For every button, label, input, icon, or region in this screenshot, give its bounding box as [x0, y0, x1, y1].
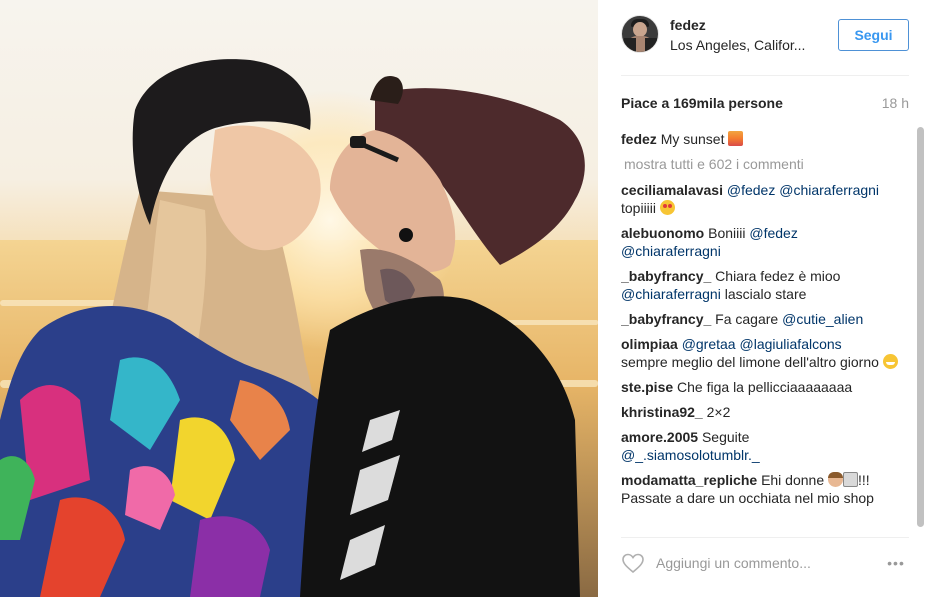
comment-author-link[interactable]: olimpiaa	[621, 336, 678, 352]
list-item: modamatta_repliche Ehi donne !!! Passate…	[621, 471, 909, 507]
avatar-head-shape	[633, 22, 647, 37]
camera-emoji-icon	[843, 472, 859, 487]
likes-value: 169mila persone	[673, 95, 783, 111]
comment-text: Seguite	[701, 429, 750, 445]
likes-count[interactable]: Piace a 169mila persone	[621, 95, 783, 111]
grinning-emoji-icon	[882, 354, 898, 369]
add-comment-input[interactable]	[656, 549, 866, 577]
comment-author-link[interactable]: _babyfrancy_	[621, 268, 711, 284]
more-options-icon[interactable]: •••	[882, 554, 910, 572]
scrollbar-thumb[interactable]	[917, 127, 924, 527]
mention-link[interactable]: @cutie_alien	[782, 311, 863, 327]
comment-text: sempre meglio del limone dell'altro gior…	[621, 354, 879, 370]
list-item: alebuonomo Boniiii @fedez @chiaraferragn…	[621, 224, 909, 260]
comment-text: topiiiii	[621, 200, 657, 216]
comment-author-link[interactable]: ste.pise	[621, 379, 673, 395]
woman-emoji-icon	[828, 472, 844, 487]
post-photo-artwork	[0, 59, 598, 597]
comment-text: !!!	[858, 472, 870, 488]
comment-text: Che figa la pellicciaaaaaaaa	[677, 379, 853, 395]
comments-list[interactable]: fedez My sunset mostra tutti e 602 i com…	[621, 130, 909, 528]
mention-link[interactable]: @fedez	[749, 225, 797, 241]
sunset-emoji-icon	[728, 131, 744, 146]
list-item: ste.pise Che figa la pellicciaaaaaaaa	[621, 378, 909, 396]
comment-text: Boniiii	[708, 225, 746, 241]
comment-text: Chiara fedez è mioo	[715, 268, 841, 284]
caption-text: My sunset	[660, 131, 725, 147]
post-footer: •••	[598, 537, 933, 597]
likes-row: Piace a 169mila persone 18 h	[621, 95, 909, 115]
post-timestamp[interactable]: 18 h	[882, 95, 909, 111]
comment-text: Ehi donne	[761, 472, 825, 488]
list-item: _babyfrancy_ Fa cagare @cutie_alien	[621, 310, 909, 328]
caption-author-link[interactable]: fedez	[621, 131, 657, 147]
comment-text: 2×2	[706, 404, 731, 420]
heart-icon[interactable]	[621, 551, 645, 575]
avatar[interactable]	[621, 15, 659, 53]
post-details-panel: fedez Los Angeles, Califor... Segui Piac…	[598, 0, 933, 597]
location-link[interactable]: Los Angeles, Califor...	[670, 37, 820, 53]
mention-link[interactable]: @fedez	[727, 182, 775, 198]
mention-link[interactable]: @chiaraferragni	[621, 286, 721, 302]
comment-author-link[interactable]: modamatta_repliche	[621, 472, 757, 488]
post-photo[interactable]	[0, 0, 598, 597]
mention-link[interactable]: @lagiuliafalcons	[740, 336, 842, 352]
list-item: khristina92_ 2×2	[621, 403, 909, 421]
header-username-link[interactable]: fedez	[670, 17, 706, 33]
follow-button[interactable]: Segui	[838, 19, 909, 51]
post-header: fedez Los Angeles, Califor... Segui	[598, 0, 933, 75]
mention-link[interactable]: @_.siamosolotumblr._	[621, 447, 760, 463]
comment-author-link[interactable]: amore.2005	[621, 429, 698, 445]
avatar-jacket-shape	[624, 38, 636, 52]
comment-author-link[interactable]: khristina92_	[621, 404, 703, 420]
likes-prefix: Piace a	[621, 95, 674, 111]
mention-link[interactable]: @gretaa	[682, 336, 736, 352]
header-divider	[621, 75, 909, 76]
mention-link[interactable]: @chiaraferragni	[779, 182, 879, 198]
show-all-comments-link[interactable]: mostra tutti e 602 i commenti	[624, 155, 909, 173]
comment-author-link[interactable]: alebuonomo	[621, 225, 704, 241]
heart-eyes-emoji-icon	[659, 200, 675, 215]
avatar-jacket-shape	[645, 38, 657, 52]
caption: fedez My sunset	[621, 130, 909, 148]
mention-link[interactable]: @chiaraferragni	[621, 243, 721, 259]
comment-text: Passate a dare un occhiata nel mio shop	[621, 490, 874, 506]
comments-scrollbar[interactable]	[917, 127, 924, 527]
list-item: _babyfrancy_ Chiara fedez è mioo @chiara…	[621, 267, 909, 303]
comment-author-link[interactable]: ceciliamalavasi	[621, 182, 723, 198]
list-item: olimpiaa @gretaa @lagiuliafalcons sempre…	[621, 335, 909, 371]
comment-author-link[interactable]: _babyfrancy_	[621, 311, 711, 327]
list-item: amore.2005 Seguite @_.siamosolotumblr._	[621, 428, 909, 464]
comment-text: lascialo stare	[724, 286, 807, 302]
comment-text: Fa cagare	[715, 311, 779, 327]
list-item: ceciliamalavasi @fedez @chiaraferragni t…	[621, 181, 909, 217]
